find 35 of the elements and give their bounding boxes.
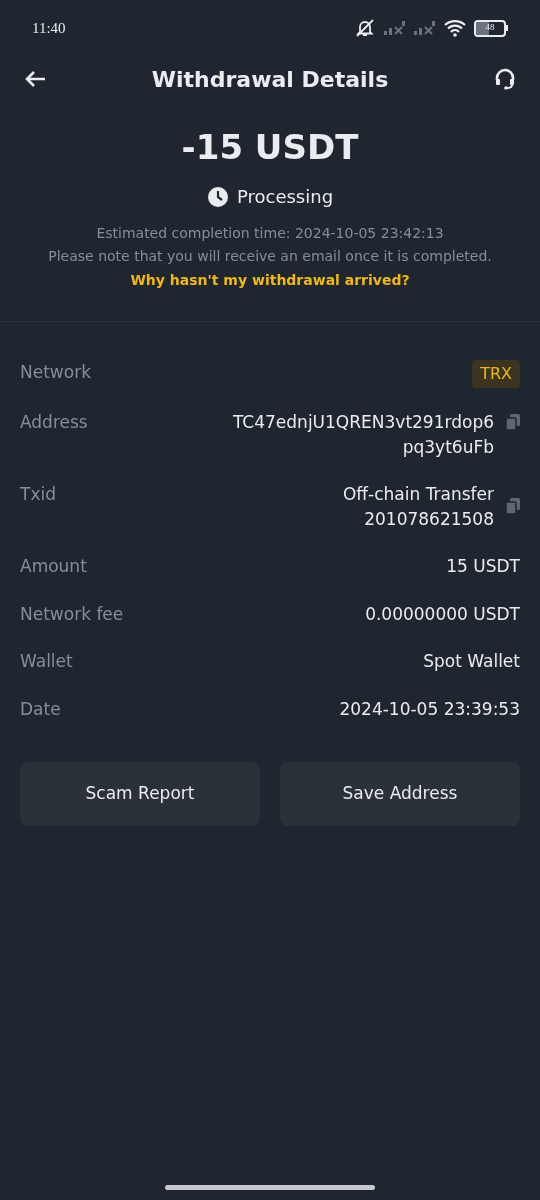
copy-icon[interactable] (506, 414, 520, 430)
detail-label: Address (20, 411, 88, 434)
detail-value: 2024-10-05 23:39:53 (339, 697, 520, 721)
detail-value: 0.00000000 USDT (365, 602, 520, 626)
muted-bell-icon (354, 18, 376, 38)
detail-value: Spot Wallet (423, 650, 520, 673)
back-arrow-icon[interactable] (24, 70, 46, 88)
detail-value: Off-chain Transfer (342, 483, 494, 506)
detail-label: Txid (20, 483, 56, 506)
detail-value: 15 USDT (446, 555, 520, 578)
help-link[interactable]: Why hasn't my withdrawal arrived? (130, 270, 410, 291)
withdrawal-amount: -15 USDT (181, 126, 359, 169)
page-title: Withdrawal Details (151, 65, 389, 94)
detail-value: TC47ednjU1QREN3vt291rdop6 (232, 411, 494, 434)
detail-label: Network fee (20, 602, 124, 626)
action-button[interactable]: Save Address (280, 762, 520, 826)
detail-label: Wallet (20, 650, 73, 673)
signal-icon (414, 21, 436, 35)
detail-value: 201078621508 (364, 508, 494, 531)
status-text: Processing (236, 185, 334, 209)
info-text: Please note that you will receive an email once it is completed. (48, 247, 492, 266)
headset-icon[interactable] (494, 68, 516, 90)
detail-value: pq3yt6uFb (402, 436, 494, 459)
detail-label: Date (20, 697, 61, 721)
battery-icon: 48 (474, 19, 508, 37)
status-time: 11:40 (32, 18, 66, 38)
clock-icon (206, 185, 229, 208)
action-button[interactable]: Scam Report (20, 762, 260, 826)
network-badge: TRX (472, 360, 520, 388)
copy-icon[interactable] (506, 498, 520, 514)
detail-label: Network (20, 361, 91, 384)
wifi-icon (444, 19, 466, 37)
info-text: Estimated completion time: 2024-10-05 23:42:13 (96, 224, 444, 243)
signal-icon (384, 21, 406, 35)
detail-label: Amount (20, 555, 87, 578)
